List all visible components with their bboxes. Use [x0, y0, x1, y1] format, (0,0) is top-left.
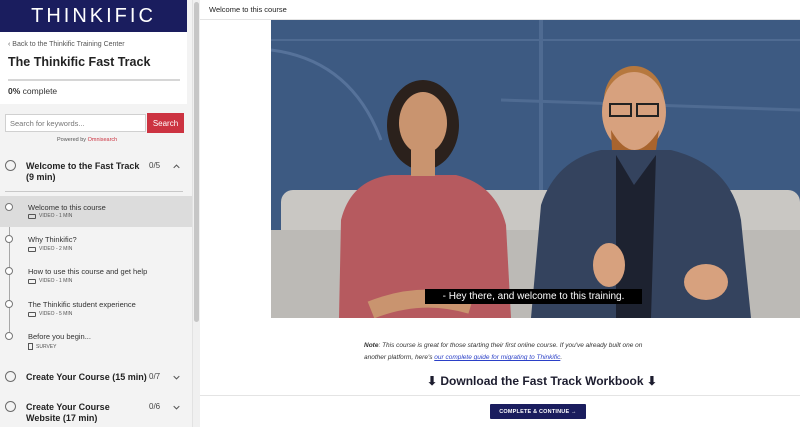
chapter-create-website[interactable]: Create Your Course Website (17 min) 0/6	[0, 398, 192, 427]
chevron-down-icon[interactable]	[173, 404, 180, 411]
migration-guide-link[interactable]: our complete guide for migrating to Thin…	[434, 354, 560, 361]
chapter-title-line2: (9 min)	[26, 172, 56, 182]
chapter-status-icon	[5, 160, 16, 171]
lesson-status-icon	[5, 332, 13, 340]
lesson-meta: SURVEY	[28, 343, 56, 350]
lesson-item[interactable]: Welcome to this course VIDEO - 1 MIN	[0, 196, 192, 227]
chapter-status-icon	[5, 371, 16, 382]
download-workbook-link[interactable]: ⬇ Download the Fast Track Workbook ⬇	[427, 374, 657, 388]
video-frame-image	[271, 20, 800, 318]
note-label: Note	[364, 342, 379, 349]
note-end: .	[560, 354, 563, 361]
lesson-item[interactable]: Why Thinkific? VIDEO - 2 MIN	[0, 229, 192, 260]
lesson-meta-text: VIDEO - 1 MIN	[39, 213, 73, 219]
lesson-meta: VIDEO - 5 MIN	[28, 311, 72, 317]
progress-label: complete	[22, 86, 58, 96]
lesson-meta: VIDEO - 1 MIN	[28, 213, 72, 219]
search-button[interactable]: Search	[147, 113, 184, 133]
powered-by-text: Powered by Omnisearch	[57, 137, 117, 143]
complete-and-continue-button[interactable]: COMPLETE & CONTINUE →	[490, 404, 586, 419]
chapter-title: Welcome to the Fast Track (9 min)	[26, 161, 139, 183]
lesson-title: Why Thinkific?	[28, 235, 77, 244]
powered-by-label: Powered by	[57, 137, 87, 143]
lesson-title: Before you begin...	[28, 332, 91, 341]
lesson-title: Welcome to this course	[28, 203, 106, 212]
lesson-meta-text: SURVEY	[36, 343, 57, 350]
progress-text: 0% complete	[8, 86, 57, 96]
omnisearch-brand: Omnisearch	[87, 137, 118, 143]
lesson-title: How to use this course and get help	[28, 267, 148, 276]
thinkific-logo[interactable]: THINKIFIC	[0, 0, 187, 32]
chapter-title: Create Your Course Website (17 min)	[26, 402, 110, 424]
chapter-title: Create Your Course (15 min)	[26, 372, 147, 382]
lesson-meta-text: VIDEO - 2 MIN	[39, 246, 73, 252]
video-icon	[28, 278, 36, 284]
lesson-meta: VIDEO - 1 MIN	[28, 278, 72, 284]
course-title: The Thinkific Fast Track	[8, 55, 151, 69]
video-caption: - Hey there, and welcome to this trainin…	[425, 289, 642, 304]
chapter-welcome[interactable]: Welcome to the Fast Track (9 min) 0/5	[0, 156, 192, 186]
chapter-divider	[5, 191, 183, 192]
lesson-status-icon	[5, 267, 13, 275]
video-icon	[28, 213, 36, 219]
chapter-progress-count: 0/6	[149, 402, 161, 411]
footer-divider	[200, 395, 800, 396]
chevron-up-icon[interactable]	[173, 163, 180, 170]
video-icon	[28, 311, 36, 317]
video-player[interactable]	[271, 20, 800, 318]
video-icon	[28, 246, 36, 252]
chapter-status-icon	[5, 401, 16, 412]
lesson-meta: VIDEO - 2 MIN	[28, 246, 72, 252]
lesson-status-icon	[5, 203, 13, 211]
lesson-header: Welcome to this course	[200, 0, 800, 20]
progress-value: 0%	[8, 86, 21, 96]
course-header-card: ‹ Back to the Thinkific Training Center …	[0, 32, 187, 104]
survey-icon	[28, 343, 33, 350]
course-progress-bar	[8, 79, 180, 81]
lesson-title: The Thinkific student experience	[28, 300, 136, 309]
chapter-progress-count: 0/5	[149, 161, 161, 170]
lesson-meta-text: VIDEO - 5 MIN	[39, 311, 73, 317]
chevron-down-icon[interactable]	[173, 374, 180, 381]
lesson-title-header: Welcome to this course	[209, 5, 287, 14]
lesson-status-icon	[5, 300, 13, 308]
back-to-training-center-link[interactable]: ‹ Back to the Thinkific Training Center	[8, 41, 125, 48]
chapter-title-line1: Welcome to the Fast Track	[26, 161, 140, 171]
chapter-progress-count: 0/7	[149, 372, 161, 381]
search-input[interactable]	[5, 114, 146, 132]
course-sidebar: THINKIFIC ‹ Back to the Thinkific Traini…	[0, 0, 192, 427]
lesson-item[interactable]: The Thinkific student experience VIDEO -…	[0, 294, 192, 325]
lesson-status-icon	[5, 235, 13, 243]
chapter-title-line1: Create Your Course	[26, 402, 110, 412]
sidebar-scrollbar-thumb[interactable]	[194, 2, 199, 322]
chapter-create-course[interactable]: Create Your Course (15 min) 0/7	[0, 368, 192, 388]
chapter-title-line2: Website (17 min)	[26, 413, 98, 423]
lesson-item[interactable]: How to use this course and get help VIDE…	[0, 261, 192, 292]
lesson-item[interactable]: Before you begin... SURVEY	[0, 326, 192, 357]
lesson-meta-text: VIDEO - 1 MIN	[39, 278, 73, 284]
course-note: Note: This course is great for those sta…	[364, 340, 664, 364]
